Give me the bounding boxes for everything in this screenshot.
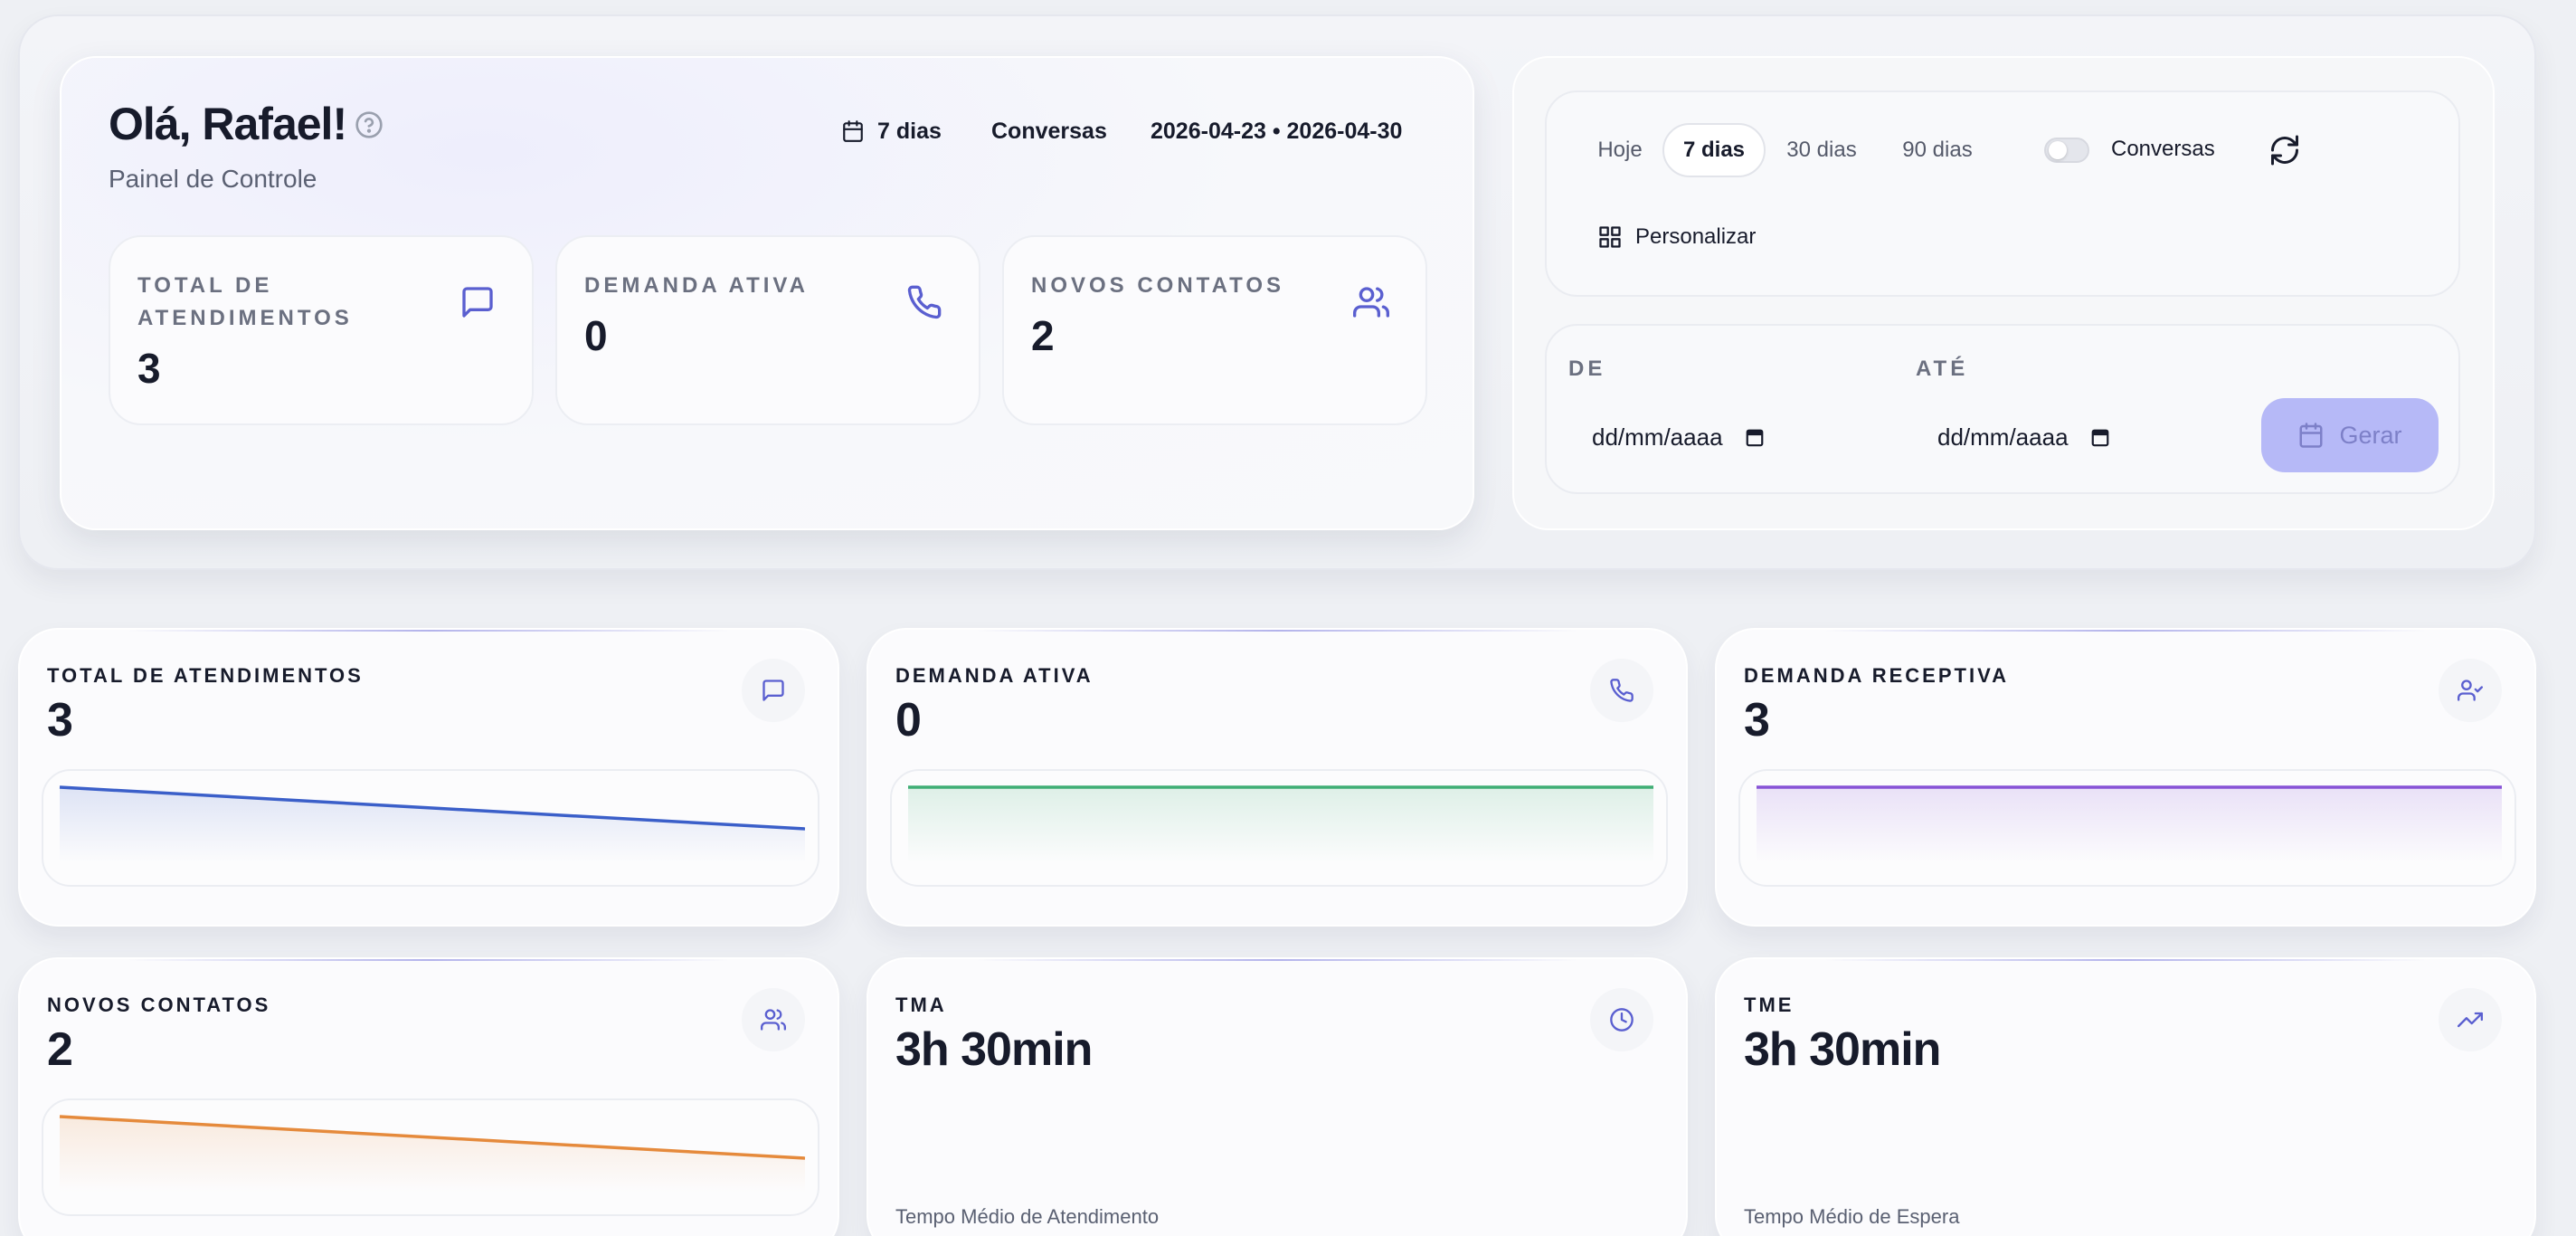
calendar-icon[interactable]	[2090, 427, 2110, 447]
stat-value: 0	[584, 312, 608, 359]
metric-icon-wrap	[1590, 659, 1653, 722]
metric-card-tma: TMA 3h 30min Tempo Médio de Atendimento	[867, 957, 1688, 1236]
refresh-icon[interactable]	[2268, 134, 2301, 166]
phone-icon	[907, 285, 942, 319]
metric-label: NOVOS CONTATOS	[47, 994, 271, 1016]
message-icon	[762, 680, 784, 701]
to-date-input[interactable]: dd/mm/aaaa	[1937, 418, 2110, 456]
sparkline-svg	[1757, 785, 2502, 863]
help-icon[interactable]	[355, 110, 384, 139]
metric-value: 2	[47, 1023, 73, 1076]
users-icon	[761, 1009, 786, 1031]
metric-label: TME	[1744, 994, 1795, 1016]
metric-icon-wrap	[2439, 988, 2502, 1051]
metric-sparkline	[42, 769, 819, 887]
stat-card-demanda-ativa: DEMANDA ATIVA 0	[555, 235, 980, 425]
summary-date-range: 2026-04-23 • 2026-04-30	[1151, 118, 1403, 144]
trending-up-icon	[2458, 1012, 2483, 1028]
range-tab-30-dias[interactable]: 30 dias	[1775, 123, 1869, 177]
sparkline-area	[908, 787, 1653, 863]
metric-description: Tempo Médio de Espera	[1744, 1205, 1960, 1228]
metric-description: Tempo Médio de Atendimento	[895, 1205, 1160, 1228]
range-tab-7-dias[interactable]: 7 dias	[1662, 123, 1766, 177]
sparkline-svg	[908, 785, 1653, 863]
stat-card-total-atendimentos: TOTAL DE ATENDIMENTOS 3	[109, 235, 534, 425]
generate-button[interactable]: Gerar	[2261, 398, 2439, 472]
sparkline-area	[60, 787, 805, 863]
metric-sparkline	[42, 1098, 819, 1216]
phone-icon	[1610, 679, 1634, 702]
metric-card-tme: TME 3h 30min Tempo Médio de Espera	[1715, 957, 2536, 1236]
from-date-placeholder: dd/mm/aaaa	[1592, 423, 1723, 451]
metric-card-total-atendimentos: TOTAL DE ATENDIMENTOS 3	[18, 628, 839, 927]
metric-sparkline	[890, 769, 1668, 887]
metric-icon-wrap	[2439, 659, 2502, 722]
range-tab-hoje[interactable]: Hoje	[1579, 123, 1661, 177]
clock-icon	[1610, 1008, 1634, 1032]
customize-label: Personalizar	[1635, 224, 1757, 249]
metric-label: TMA	[895, 994, 947, 1016]
summary-period: 7 dias	[841, 116, 942, 147]
metric-card-novos-contatos: NOVOS CONTATOS 2	[18, 957, 839, 1236]
metric-card-demanda-receptiva: DEMANDA RECEPTIVA 3	[1715, 628, 2536, 927]
metric-value: 0	[895, 694, 922, 746]
metric-label: DEMANDA ATIVA	[895, 664, 1094, 687]
to-label: ATÉ	[1916, 357, 1969, 381]
from-date-input[interactable]: dd/mm/aaaa	[1592, 418, 1765, 456]
calendar-icon	[843, 120, 863, 142]
message-icon	[462, 287, 493, 318]
grid-icon	[1599, 226, 1621, 248]
from-label: DE	[1568, 357, 1606, 381]
sparkline-area	[1757, 787, 2502, 863]
stat-label: DEMANDA ATIVA	[584, 273, 809, 298]
sparkline-area	[60, 1117, 805, 1193]
metric-sparkline	[1738, 769, 2516, 887]
user-check-icon	[2458, 680, 2483, 701]
metric-icon-wrap	[742, 659, 805, 722]
metric-icon-wrap	[742, 988, 805, 1051]
stat-value: 2	[1031, 312, 1055, 359]
stat-value: 3	[137, 345, 161, 392]
range-tab-90-dias[interactable]: 90 dias	[1890, 123, 1984, 177]
metric-value: 3	[1744, 694, 1770, 746]
metric-card-demanda-ativa: DEMANDA ATIVA 0	[867, 628, 1688, 927]
metric-value: 3h 30min	[1744, 1023, 1941, 1076]
sparkline-svg	[59, 785, 806, 863]
generate-label: Gerar	[2339, 421, 2402, 449]
greeting-title: Olá, Rafael!	[109, 99, 347, 149]
sparkline-svg	[59, 1115, 806, 1193]
customize-button[interactable]: Personalizar	[1597, 221, 1756, 253]
metric-value: 3	[47, 694, 73, 746]
metric-value: 3h 30min	[895, 1023, 1093, 1076]
calendar-icon	[2299, 423, 2323, 448]
summary-mode: Conversas	[991, 118, 1107, 144]
stat-label: NOVOS CONTATOS	[1031, 273, 1285, 298]
metric-label: TOTAL DE ATENDIMENTOS	[47, 664, 364, 687]
page-subtitle: Painel de Controle	[109, 165, 317, 193]
metric-label: DEMANDA RECEPTIVA	[1744, 664, 2010, 687]
to-date-placeholder: dd/mm/aaaa	[1937, 423, 2069, 451]
conversas-toggle[interactable]	[2044, 138, 2089, 163]
calendar-icon[interactable]	[1745, 427, 1765, 447]
stat-label: TOTAL DE ATENDIMENTOS	[137, 273, 353, 330]
conversas-toggle-label: Conversas	[2111, 137, 2215, 161]
range-selector-group	[1545, 90, 2460, 297]
metric-icon-wrap	[1590, 988, 1653, 1051]
stat-card-novos-contatos: NOVOS CONTATOS 2	[1002, 235, 1427, 425]
users-icon	[1353, 287, 1389, 318]
summary-period-text: 7 dias	[877, 118, 942, 144]
